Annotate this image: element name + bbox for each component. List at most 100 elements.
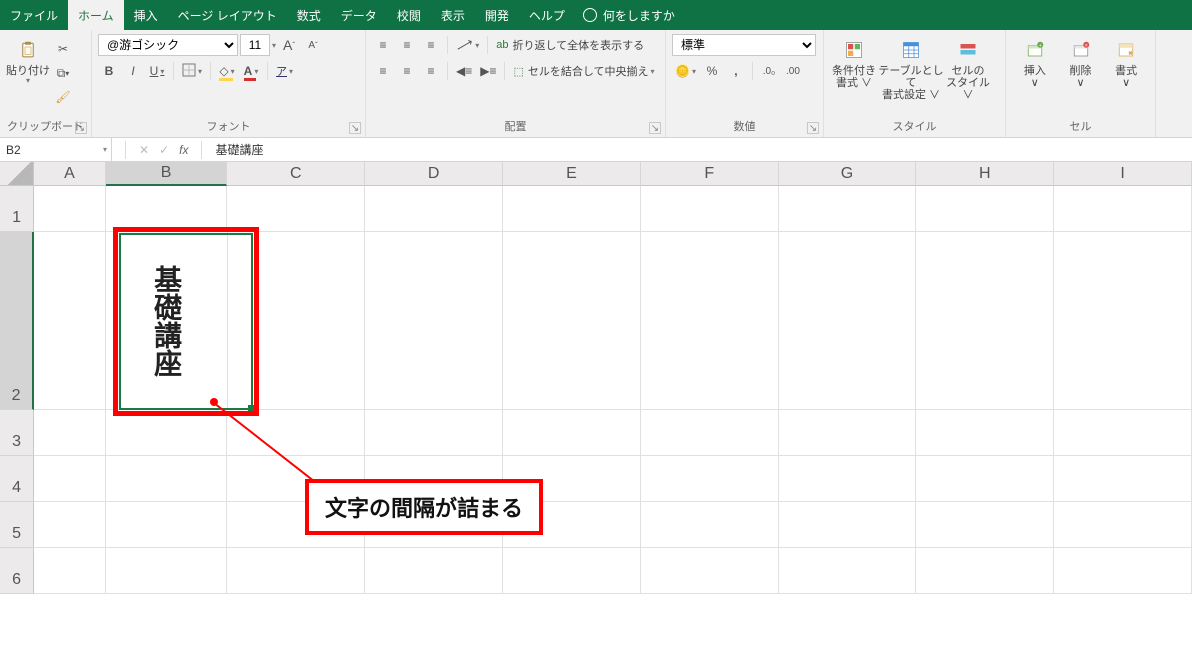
bold-button[interactable]: B (98, 60, 120, 82)
cell-G4[interactable] (779, 456, 917, 502)
row-header-2[interactable]: 2 (0, 232, 34, 410)
cell-E2[interactable] (503, 232, 641, 410)
cell-F2[interactable] (641, 232, 779, 410)
copy-button[interactable]: ⧉▾ (52, 62, 74, 84)
cell-F6[interactable] (641, 548, 779, 594)
row-header-6[interactable]: 6 (0, 548, 34, 594)
cut-button[interactable]: ✂ (52, 38, 74, 60)
align-top-button[interactable]: ≡ (372, 34, 394, 56)
wrap-text-button[interactable]: ab 折り返して全体を表示する (493, 34, 647, 56)
tab-home[interactable]: ホーム (68, 0, 124, 30)
format-as-table-button[interactable]: テーブルとして 書式設定 ∨ (878, 34, 944, 106)
number-format-select[interactable]: 標準 (672, 34, 816, 56)
cell-H1[interactable] (916, 186, 1054, 232)
cell-D6[interactable] (365, 548, 503, 594)
name-box[interactable]: B2 ▾ (0, 138, 112, 161)
number-launcher[interactable]: ↘ (807, 122, 819, 134)
cell-B2[interactable]: 基礎講座 (106, 232, 228, 410)
tab-data[interactable]: データ (331, 0, 387, 30)
font-name-select[interactable]: @游ゴシック (98, 34, 238, 56)
cell-E6[interactable] (503, 548, 641, 594)
cell-D1[interactable] (365, 186, 503, 232)
cell-H2[interactable] (916, 232, 1054, 410)
decrease-decimal-button[interactable]: .00 (782, 60, 804, 82)
increase-decimal-button[interactable]: .0₀ (758, 60, 780, 82)
fill-color-button[interactable]: ◇ (216, 60, 238, 82)
cell-G2[interactable] (779, 232, 917, 410)
cell-H3[interactable] (916, 410, 1054, 456)
cell-F3[interactable] (641, 410, 779, 456)
decrease-font-button[interactable]: Aˇ (302, 34, 324, 56)
align-bottom-button[interactable]: ≡ (420, 34, 442, 56)
underline-button[interactable]: U (146, 60, 168, 82)
merge-center-button[interactable]: ⬚ セルを結合して中央揃え (510, 60, 657, 82)
cell-I2[interactable] (1054, 232, 1192, 410)
clipboard-launcher[interactable]: ↘ (75, 122, 87, 134)
col-header-E[interactable]: E (503, 162, 641, 186)
align-middle-button[interactable]: ≡ (396, 34, 418, 56)
cell-I6[interactable] (1054, 548, 1192, 594)
cancel-formula-button[interactable]: ✕ (139, 143, 149, 157)
cell-B5[interactable] (106, 502, 228, 548)
decrease-indent-button[interactable]: ◀≡ (453, 60, 475, 82)
select-all-corner[interactable] (0, 162, 34, 186)
phonetic-button[interactable]: ア (273, 60, 296, 82)
align-right-button[interactable]: ≡ (420, 60, 442, 82)
font-size-input[interactable] (240, 34, 270, 56)
cell-G6[interactable] (779, 548, 917, 594)
cell-H4[interactable] (916, 456, 1054, 502)
row-header-1[interactable]: 1 (0, 186, 34, 232)
cell-H5[interactable] (916, 502, 1054, 548)
cell-B6[interactable] (106, 548, 228, 594)
align-left-button[interactable]: ≡ (372, 60, 394, 82)
format-cells-button[interactable]: 書式 ∨ (1103, 34, 1149, 106)
col-header-A[interactable]: A (34, 162, 106, 186)
cell-I5[interactable] (1054, 502, 1192, 548)
enter-formula-button[interactable]: ✓ (159, 143, 169, 157)
cell-A1[interactable] (34, 186, 106, 232)
percent-button[interactable]: % (701, 60, 723, 82)
cell-I4[interactable] (1054, 456, 1192, 502)
col-header-H[interactable]: H (916, 162, 1054, 186)
tab-file[interactable]: ファイル (0, 0, 68, 30)
tab-page-layout[interactable]: ページ レイアウト (168, 0, 287, 30)
tell-me-search[interactable]: 何をしますか (583, 0, 675, 30)
cell-C2[interactable] (228, 232, 366, 410)
col-header-F[interactable]: F (641, 162, 779, 186)
borders-button[interactable] (179, 60, 205, 82)
format-painter-button[interactable]: 🖌 (52, 86, 74, 108)
comma-button[interactable]: , (725, 60, 747, 82)
cell-G3[interactable] (779, 410, 917, 456)
cell-E1[interactable] (503, 186, 641, 232)
font-launcher[interactable]: ↘ (349, 122, 361, 134)
cell-G1[interactable] (779, 186, 917, 232)
increase-font-button[interactable]: Aˆ (278, 34, 300, 56)
cell-I1[interactable] (1054, 186, 1192, 232)
row-header-4[interactable]: 4 (0, 456, 34, 502)
tab-insert[interactable]: 挿入 (124, 0, 168, 30)
row-header-5[interactable]: 5 (0, 502, 34, 548)
increase-indent-button[interactable]: ▶≡ (477, 60, 499, 82)
cell-C1[interactable] (227, 186, 365, 232)
orientation-button[interactable]: ⟶ (453, 34, 482, 56)
cell-F1[interactable] (641, 186, 779, 232)
cell-B1[interactable] (106, 186, 228, 232)
font-color-button[interactable]: A (240, 60, 262, 82)
cell-H6[interactable] (916, 548, 1054, 594)
cell-A6[interactable] (34, 548, 106, 594)
fx-icon[interactable]: fx (179, 143, 188, 157)
paste-button[interactable]: 貼り付け ▾ (6, 34, 50, 106)
cell-G5[interactable] (779, 502, 917, 548)
tab-formulas[interactable]: 数式 (287, 0, 331, 30)
cell-A2[interactable] (34, 232, 106, 410)
cell-C3[interactable] (227, 410, 365, 456)
conditional-format-button[interactable]: 条件付き 書式 ∨ (830, 34, 878, 106)
col-header-C[interactable]: C (227, 162, 365, 186)
accounting-format-button[interactable]: 🪙 (672, 60, 699, 82)
cell-C6[interactable] (227, 548, 365, 594)
tab-review[interactable]: 校閲 (387, 0, 431, 30)
align-center-button[interactable]: ≡ (396, 60, 418, 82)
cell-I3[interactable] (1054, 410, 1192, 456)
cell-D3[interactable] (365, 410, 503, 456)
cell-B4[interactable] (106, 456, 228, 502)
